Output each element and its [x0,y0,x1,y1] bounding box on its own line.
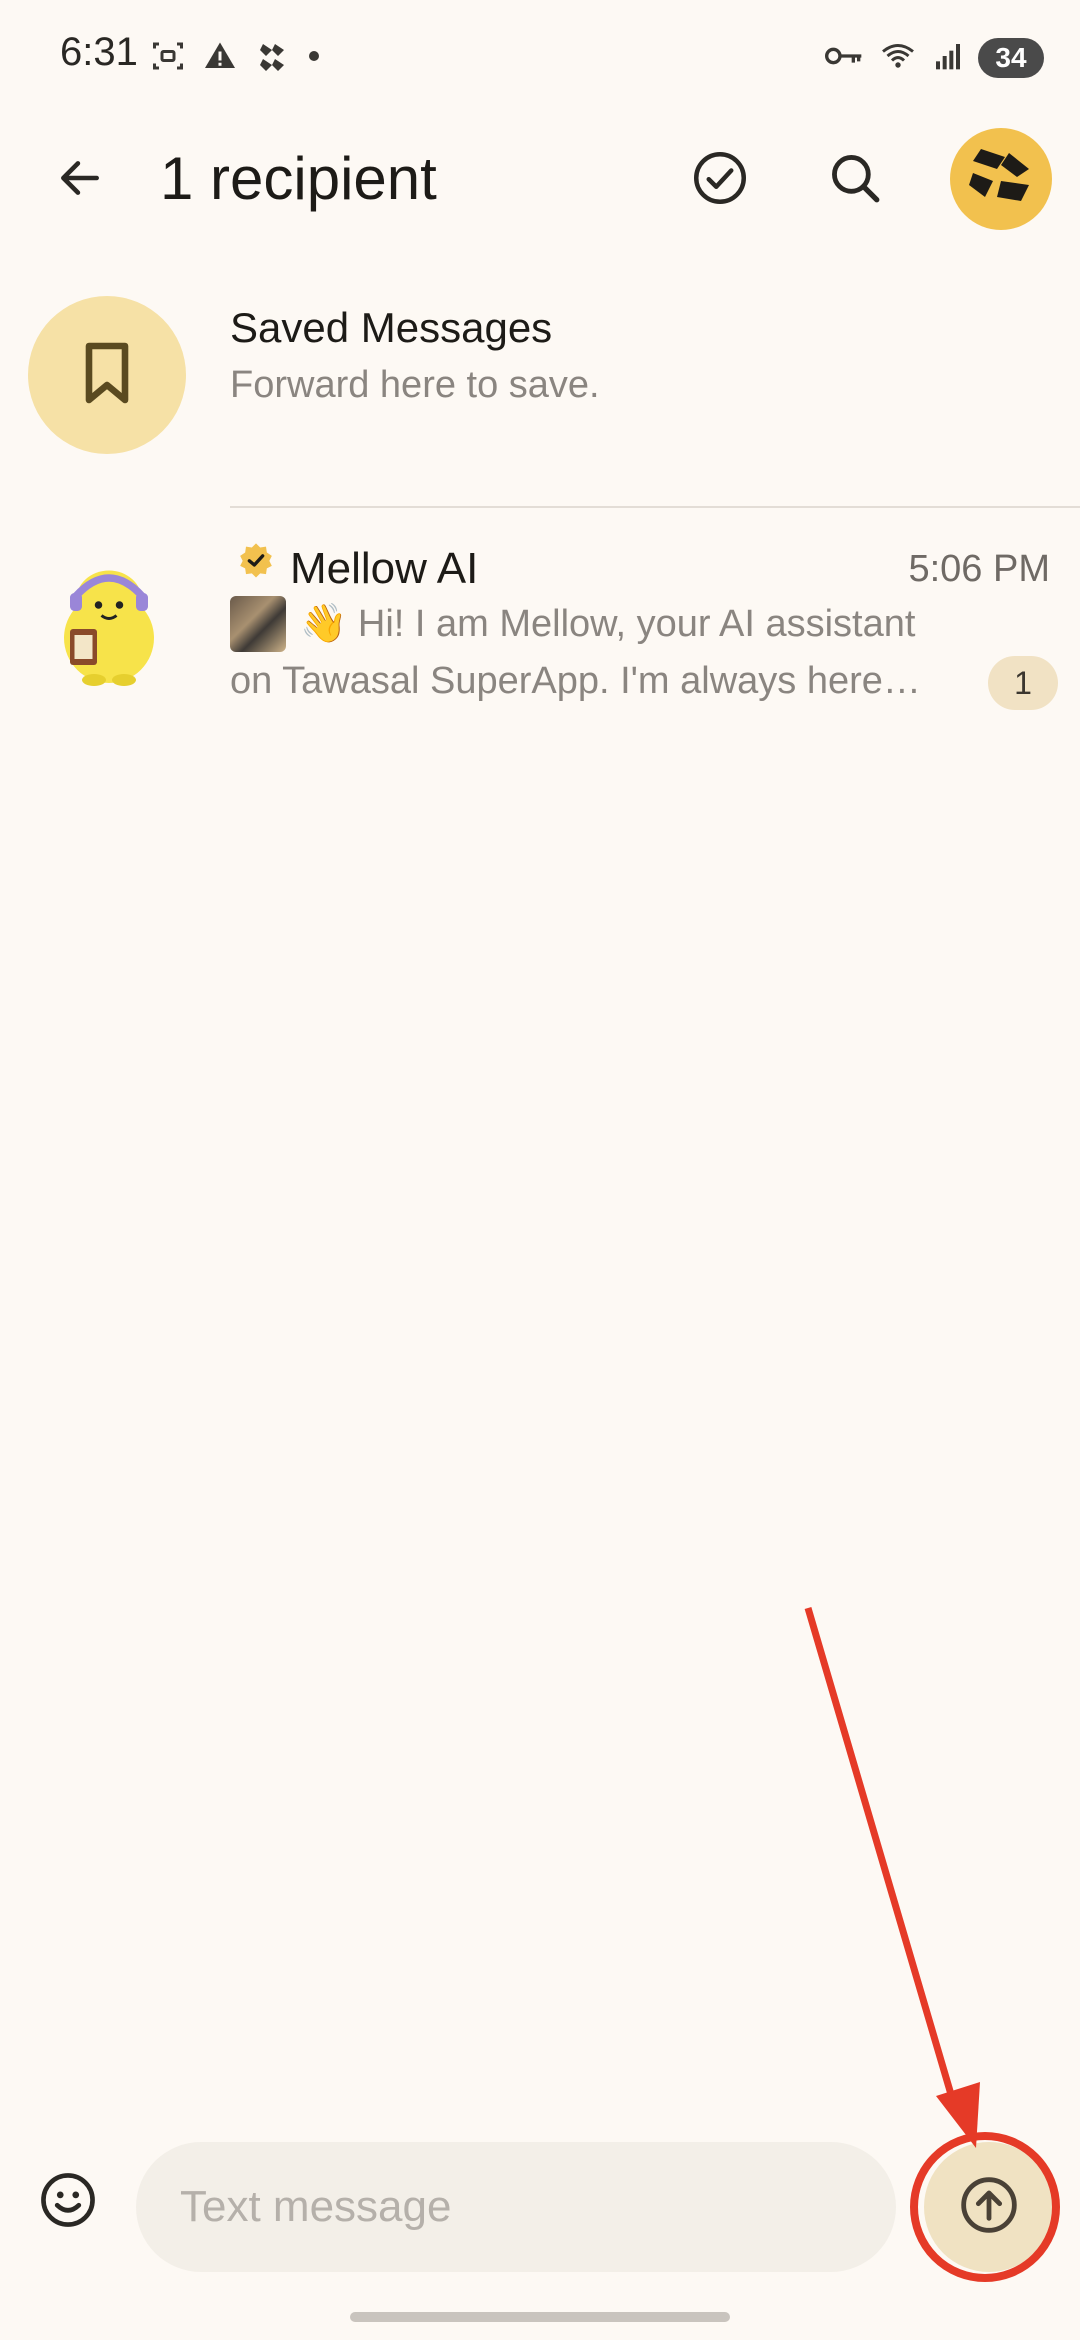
emoji-icon [37,2169,99,2236]
annotation-highlight-ring [910,2132,1060,2282]
chat-subtitle: Forward here to save. [230,364,600,406]
back-arrow-icon [55,153,105,208]
dot-icon [306,48,322,69]
status-time: 6:31 [60,30,138,74]
search-button[interactable] [815,140,895,220]
search-icon [826,149,884,212]
signal-icon [932,40,964,77]
mellow-avatar [30,546,188,704]
tawasal-logo-icon [961,137,1041,222]
select-button[interactable] [680,140,760,220]
emoji-button[interactable] [32,2166,104,2238]
chat-title: Saved Messages [230,304,553,351]
status-icons-right: 34 [824,36,1044,80]
battery-indicator: 34 [978,38,1044,78]
wifi-icon [878,38,918,79]
home-indicator [350,2312,730,2322]
divider [230,506,1080,508]
chat-preview-line1: 👋 Hi! I am Mellow, your AI assistant [300,603,916,645]
status-icons-left [150,36,322,80]
status-bar: 6:31 34 [0,0,1080,110]
chat-item-saved-messages[interactable]: Saved Messages Forward here to save. [0,280,1080,480]
chat-item-mellow-ai[interactable]: Mellow AI 5:06 PM 👋 Hi! I am Mellow, you… [0,520,1080,720]
account-avatar[interactable] [950,128,1052,230]
chat-title: Mellow AI [290,544,479,593]
back-button[interactable] [40,140,120,220]
chat-preview-line2: on Tawasal SuperApp. I'm always here… [230,660,921,702]
chat-time: 5:06 PM [908,548,1050,590]
mellow-mascot-icon [34,548,184,703]
message-input[interactable] [136,2142,896,2272]
app-bar: 1 recipient [0,120,1080,240]
preview-thumbnail [230,596,286,652]
page-title: 1 recipient [160,145,437,212]
app-logo-icon [254,38,290,79]
bookmark-icon [71,337,143,414]
saved-messages-avatar [28,296,186,454]
verified-badge-icon [236,540,276,580]
vpn-key-icon [824,41,864,76]
check-circle-icon [690,148,750,213]
unread-badge: 1 [988,656,1058,710]
screen-record-icon [150,38,186,79]
alert-icon [202,38,238,79]
